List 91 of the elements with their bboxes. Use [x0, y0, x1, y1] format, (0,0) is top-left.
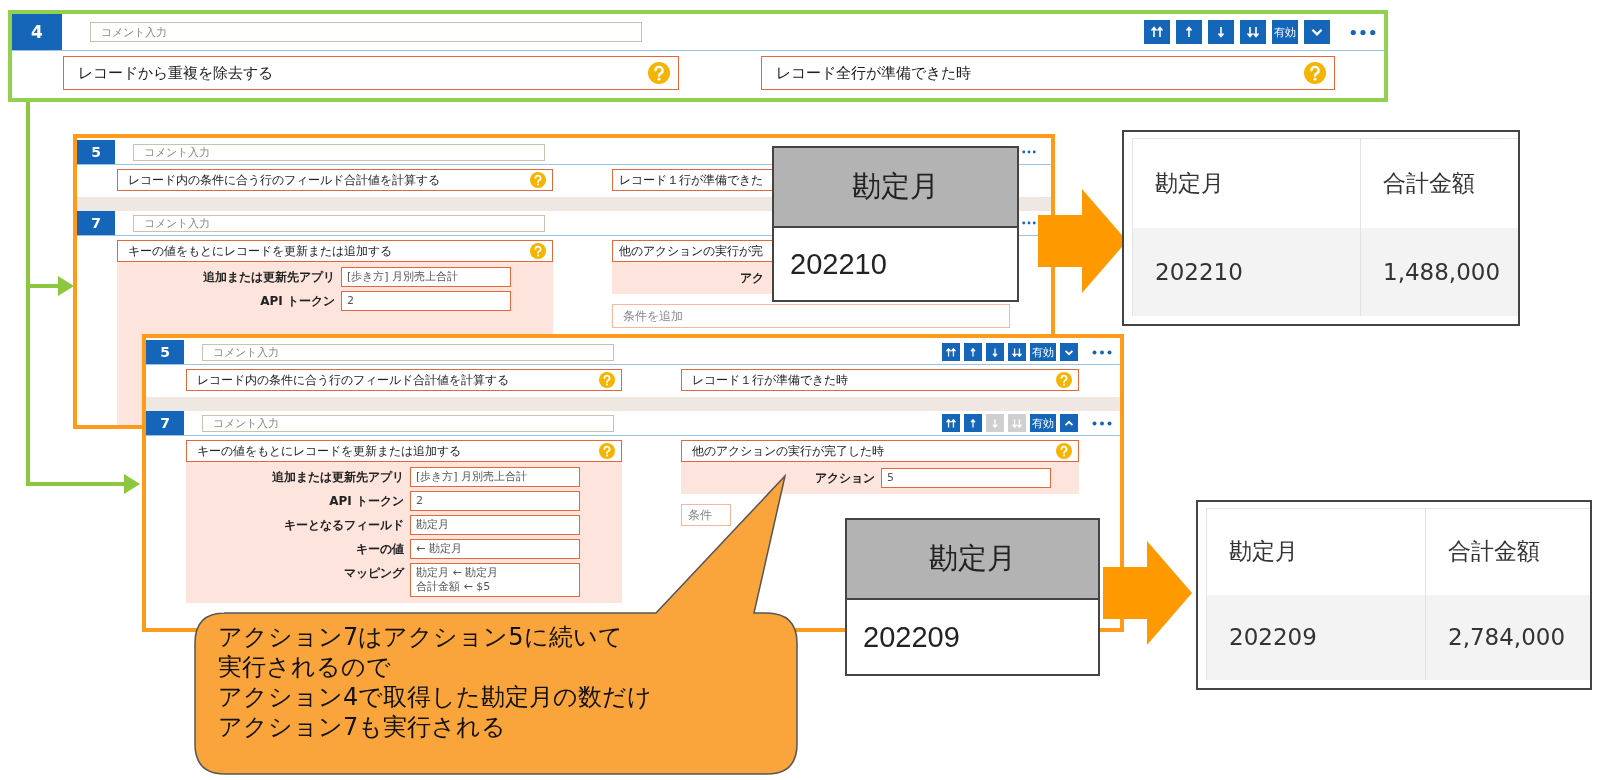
move-bottom-button[interactable]: [1008, 343, 1026, 361]
action-select[interactable]: キーの値をもとにレコードを更新または追加する: [117, 240, 553, 262]
more-icon[interactable]: [1022, 221, 1036, 225]
text-field[interactable]: ← 勘定月: [410, 539, 580, 559]
move-up-button[interactable]: [1176, 20, 1202, 44]
card-header: 勘定月: [847, 520, 1098, 600]
action-select[interactable]: レコード内の条件に合う行のフィールド合計値を計算する: [186, 369, 622, 391]
action-number: 5: [77, 140, 115, 164]
more-icon[interactable]: [1022, 150, 1036, 154]
enabled-toggle[interactable]: 有効: [1272, 20, 1298, 44]
condition-field[interactable]: 条件: [681, 504, 731, 526]
comment-field[interactable]: コメント入力: [202, 414, 614, 432]
field-label: キーの値: [355, 541, 404, 558]
double-up-arrow-icon: [945, 416, 957, 430]
trigger-name: 他のアクションの実行が完: [619, 242, 763, 260]
move-top-button[interactable]: [1144, 20, 1170, 44]
text-field[interactable]: 勘定月 ← 勘定月 合計金額 ← $5: [410, 563, 580, 597]
comment-field[interactable]: コメント入力: [133, 143, 545, 161]
double-down-arrow-icon: [1011, 345, 1023, 359]
move-down-button[interactable]: [1208, 20, 1234, 44]
move-top-button[interactable]: [942, 343, 960, 361]
move-up-button[interactable]: [964, 343, 982, 361]
card-header: 勘定月: [774, 148, 1017, 228]
text-field[interactable]: 2: [341, 291, 511, 311]
more-icon[interactable]: [1092, 420, 1112, 426]
field-label: アク: [740, 270, 764, 287]
action-name: レコード内の条件に合う行のフィールド合計値を計算する: [197, 371, 509, 389]
double-down-arrow-icon: [1011, 416, 1023, 430]
trigger-name: 他のアクションの実行が完了した時: [692, 442, 884, 460]
field-label: 追加または更新先アプリ: [271, 469, 404, 486]
field-label: API トークン: [259, 293, 335, 310]
column-header: 勘定月: [1132, 139, 1361, 228]
action-select[interactable]: レコード内の条件に合う行のフィールド合計値を計算する: [117, 169, 553, 191]
text-field[interactable]: 5: [881, 468, 1051, 488]
trigger-select[interactable]: レコード１行が準備できた: [612, 169, 774, 191]
move-up-button[interactable]: [964, 414, 982, 432]
card-value: 202209: [862, 619, 961, 655]
action-select[interactable]: レコードから重複を除去する: [63, 56, 679, 90]
action-name: レコード内の条件に合う行のフィールド合計値を計算する: [128, 171, 440, 189]
column-header: 合計金額: [1382, 168, 1475, 198]
expand-button[interactable]: [1060, 343, 1078, 361]
field-label: API トークン: [328, 493, 404, 510]
action-name: レコードから重複を除去する: [78, 63, 273, 83]
table-cell: 202210: [1132, 227, 1361, 316]
comment-field[interactable]: コメント入力: [133, 214, 545, 232]
trigger-name: レコード１行が準備できた時: [692, 371, 848, 389]
text-field[interactable]: [歩き方] 月別売上合計: [410, 467, 580, 487]
enabled-toggle[interactable]: 有効: [1030, 414, 1056, 432]
double-up-arrow-icon: [945, 345, 957, 359]
comment-field[interactable]: コメント入力: [90, 22, 642, 42]
text-field[interactable]: 勘定月: [410, 515, 580, 535]
more-icon[interactable]: [1092, 349, 1112, 355]
text-field[interactable]: 2: [410, 491, 580, 511]
move-top-button[interactable]: [942, 414, 960, 432]
field-label: キーとなるフィールド: [283, 517, 404, 534]
field-label: マッピング: [343, 565, 404, 582]
action-name: キーの値をもとにレコードを更新または追加する: [128, 242, 392, 260]
move-down-button[interactable]: [986, 343, 1004, 361]
enabled-toggle[interactable]: 有効: [1030, 343, 1056, 361]
trigger-name: レコード１行が準備できた: [619, 171, 763, 189]
column-header: 合計金額: [1447, 537, 1540, 567]
trigger-select[interactable]: レコード全行が準備できた時: [761, 56, 1335, 90]
action-number: 4: [12, 14, 62, 50]
double-up-arrow-icon: [1149, 24, 1165, 40]
condition-field[interactable]: 条件を追加: [612, 304, 1010, 328]
trigger-select[interactable]: レコード１行が準備できた時: [681, 369, 1079, 391]
move-bottom-button[interactable]: [1240, 20, 1266, 44]
callout-text: アクション7はアクション5に続いて 実行されるので アクション4で取得した勘定月の数だけ アクション7も実行される: [218, 622, 653, 742]
expand-button[interactable]: [1060, 414, 1078, 432]
action-number: 7: [146, 411, 184, 435]
table-cell-text: 2,784,000: [1447, 623, 1566, 653]
more-icon[interactable]: [1350, 28, 1376, 36]
text-field[interactable]: [歩き方] 月別売上合計: [341, 267, 511, 287]
field-label: アクション: [815, 470, 875, 487]
field-label: 追加または更新先アプリ: [202, 269, 335, 286]
card-value: 202210: [789, 246, 888, 282]
expand-button[interactable]: [1304, 20, 1330, 44]
action-name: キーの値をもとにレコードを更新または追加する: [197, 442, 461, 460]
column-header: 勘定月: [1206, 509, 1426, 595]
action-select[interactable]: キーの値をもとにレコードを更新または追加する: [186, 440, 622, 462]
table-cell-text: 1,488,000: [1382, 257, 1501, 287]
mapping-line: 勘定月 ← 勘定月: [416, 566, 500, 580]
comment-field[interactable]: コメント入力: [202, 343, 614, 361]
action-number: 7: [77, 211, 115, 235]
double-down-arrow-icon: [1245, 24, 1261, 40]
trigger-select[interactable]: 他のアクションの実行が完了した時: [681, 440, 1079, 462]
action-number: 5: [146, 340, 184, 364]
trigger-select[interactable]: 他のアクションの実行が完: [612, 240, 774, 262]
table-cell: 202209: [1206, 594, 1426, 680]
mapping-line: 合計金額 ← $5: [416, 580, 492, 594]
trigger-name: レコード全行が準備できた時: [776, 63, 971, 83]
